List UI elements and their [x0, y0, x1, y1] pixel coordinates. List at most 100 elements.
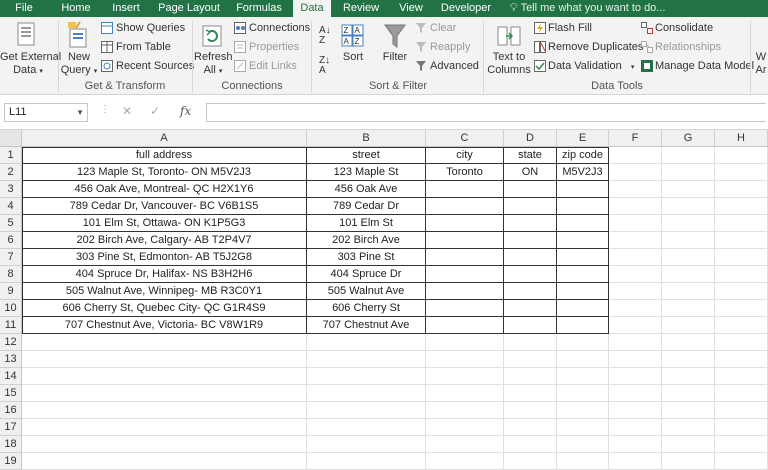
- cell-c1[interactable]: city: [426, 147, 504, 164]
- column-header-g[interactable]: G: [662, 130, 715, 147]
- tell-me-search[interactable]: 💡︎ Tell me what you want to do...: [510, 0, 665, 17]
- cell-a10[interactable]: 606 Cherry St, Quebec City- QC G1R4S9: [22, 300, 307, 317]
- cell-f5[interactable]: [609, 215, 662, 232]
- cell-d10[interactable]: [504, 300, 557, 317]
- cell-e17[interactable]: [557, 419, 609, 436]
- cell-c17[interactable]: [426, 419, 504, 436]
- cell-c8[interactable]: [426, 266, 504, 283]
- show-queries-button[interactable]: Show Queries: [116, 22, 185, 34]
- cell-e6[interactable]: [557, 232, 609, 249]
- cell-g12[interactable]: [662, 334, 715, 351]
- cell-h16[interactable]: [715, 402, 768, 419]
- row-header-18[interactable]: 18: [0, 436, 22, 453]
- name-box[interactable]: L11 ▼: [4, 103, 88, 122]
- cell-h10[interactable]: [715, 300, 768, 317]
- cell-b13[interactable]: [307, 351, 426, 368]
- cell-g2[interactable]: [662, 164, 715, 181]
- cell-a16[interactable]: [22, 402, 307, 419]
- data-validation-button[interactable]: Data Validation ▾: [548, 60, 634, 72]
- cell-g4[interactable]: [662, 198, 715, 215]
- column-header-h[interactable]: H: [715, 130, 768, 147]
- cell-b15[interactable]: [307, 385, 426, 402]
- text-to-columns-button[interactable]: Text to Columns: [486, 51, 532, 77]
- row-header-10[interactable]: 10: [0, 300, 22, 317]
- cell-a6[interactable]: 202 Birch Ave, Calgary- AB T2P4V7: [22, 232, 307, 249]
- cell-b6[interactable]: 202 Birch Ave: [307, 232, 426, 249]
- row-header-19[interactable]: 19: [0, 453, 22, 470]
- cell-d6[interactable]: [504, 232, 557, 249]
- cell-b14[interactable]: [307, 368, 426, 385]
- cell-a13[interactable]: [22, 351, 307, 368]
- cell-a12[interactable]: [22, 334, 307, 351]
- cell-d17[interactable]: [504, 419, 557, 436]
- cell-e14[interactable]: [557, 368, 609, 385]
- cell-f1[interactable]: [609, 147, 662, 164]
- row-header-12[interactable]: 12: [0, 334, 22, 351]
- row-header-8[interactable]: 8: [0, 266, 22, 283]
- cell-h19[interactable]: [715, 453, 768, 470]
- cell-b11[interactable]: 707 Chestnut Ave: [307, 317, 426, 334]
- cell-f15[interactable]: [609, 385, 662, 402]
- cell-f12[interactable]: [609, 334, 662, 351]
- tab-view[interactable]: View: [392, 0, 430, 17]
- cell-c18[interactable]: [426, 436, 504, 453]
- worksheet-grid[interactable]: A B C D E F G H 1 full address street city state zip …: [0, 130, 768, 470]
- cell-a7[interactable]: 303 Pine St, Edmonton- AB T5J2G8: [22, 249, 307, 266]
- cell-b1[interactable]: street: [307, 147, 426, 164]
- cell-g6[interactable]: [662, 232, 715, 249]
- cell-f8[interactable]: [609, 266, 662, 283]
- cell-g17[interactable]: [662, 419, 715, 436]
- tab-file[interactable]: File: [4, 0, 44, 17]
- cell-d16[interactable]: [504, 402, 557, 419]
- cell-a2[interactable]: 123 Maple St, Toronto- ON M5V2J3: [22, 164, 307, 181]
- cell-d14[interactable]: [504, 368, 557, 385]
- cell-h8[interactable]: [715, 266, 768, 283]
- column-header-e[interactable]: E: [557, 130, 609, 147]
- cell-a19[interactable]: [22, 453, 307, 470]
- cell-d4[interactable]: [504, 198, 557, 215]
- from-table-button[interactable]: From Table: [116, 41, 171, 53]
- row-header-17[interactable]: 17: [0, 419, 22, 436]
- cell-e7[interactable]: [557, 249, 609, 266]
- cell-c15[interactable]: [426, 385, 504, 402]
- cell-c14[interactable]: [426, 368, 504, 385]
- advanced-button[interactable]: Advanced: [430, 60, 479, 72]
- cell-g11[interactable]: [662, 317, 715, 334]
- cell-d18[interactable]: [504, 436, 557, 453]
- cell-h6[interactable]: [715, 232, 768, 249]
- cell-e15[interactable]: [557, 385, 609, 402]
- select-all-corner[interactable]: [0, 130, 22, 147]
- cell-c11[interactable]: [426, 317, 504, 334]
- cell-e2[interactable]: M5V2J3: [557, 164, 609, 181]
- cell-e18[interactable]: [557, 436, 609, 453]
- cell-g1[interactable]: [662, 147, 715, 164]
- cell-f9[interactable]: [609, 283, 662, 300]
- column-header-f[interactable]: F: [609, 130, 662, 147]
- cell-f11[interactable]: [609, 317, 662, 334]
- row-header-14[interactable]: 14: [0, 368, 22, 385]
- cell-e13[interactable]: [557, 351, 609, 368]
- cell-f6[interactable]: [609, 232, 662, 249]
- insert-function-icon[interactable]: fx: [180, 104, 191, 118]
- cell-h12[interactable]: [715, 334, 768, 351]
- cell-a3[interactable]: 456 Oak Ave, Montreal- QC H2X1Y6: [22, 181, 307, 198]
- cell-e11[interactable]: [557, 317, 609, 334]
- cell-h4[interactable]: [715, 198, 768, 215]
- row-header-3[interactable]: 3: [0, 181, 22, 198]
- cell-a18[interactable]: [22, 436, 307, 453]
- tab-review[interactable]: Review: [338, 0, 384, 17]
- cell-b7[interactable]: 303 Pine St: [307, 249, 426, 266]
- cell-f18[interactable]: [609, 436, 662, 453]
- cell-h15[interactable]: [715, 385, 768, 402]
- cell-f13[interactable]: [609, 351, 662, 368]
- cell-h14[interactable]: [715, 368, 768, 385]
- get-external-data-button[interactable]: Get External Data ▾: [0, 51, 61, 78]
- cell-f19[interactable]: [609, 453, 662, 470]
- new-query-button[interactable]: New Query ▾: [60, 51, 98, 78]
- cell-b8[interactable]: 404 Spruce Dr: [307, 266, 426, 283]
- cell-e9[interactable]: [557, 283, 609, 300]
- flash-fill-button[interactable]: Flash Fill: [548, 22, 592, 34]
- cell-g8[interactable]: [662, 266, 715, 283]
- cell-b3[interactable]: 456 Oak Ave: [307, 181, 426, 198]
- connections-button[interactable]: Connections: [249, 22, 310, 34]
